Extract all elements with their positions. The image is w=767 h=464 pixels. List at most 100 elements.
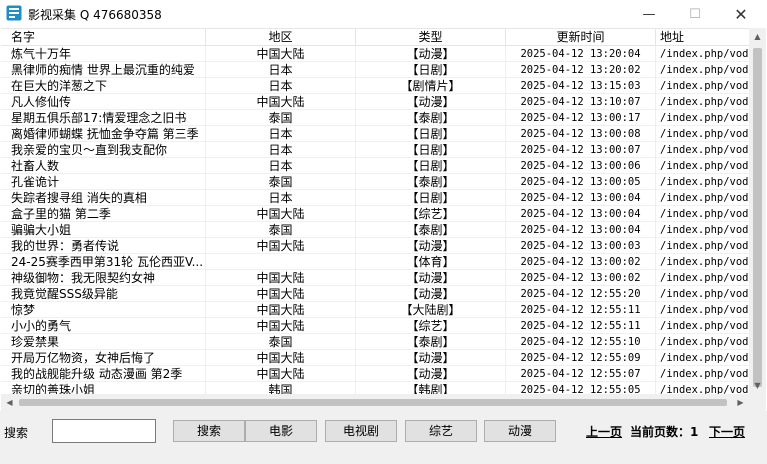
- cell-region: 日本: [206, 158, 356, 174]
- cell-region: 泰国: [206, 174, 356, 190]
- cell-url: /index.php/vod: [656, 270, 749, 286]
- cell-update-time: 2025-04-12 12:55:10: [506, 334, 656, 350]
- scroll-down-icon[interactable]: ▼: [749, 377, 766, 394]
- cell-type: 【动漫】: [356, 366, 506, 382]
- table-row[interactable]: 孔雀诡计 泰国 【泰剧】 2025-04-12 13:00:05/index.php/…: [1, 174, 749, 190]
- table-row[interactable]: 24-25赛季西甲第31轮 瓦伦西亚V... 【体育】 2025-04-12 13:…: [1, 254, 749, 270]
- cell-update-time: 2025-04-12 12:55:05: [506, 382, 656, 394]
- cell-update-time: 2025-04-12 12:55:11: [506, 302, 656, 318]
- table-row[interactable]: 星期五俱乐部17:情爱理念之旧书 泰国 【泰剧】 2025-04-12 13:00:1…: [1, 110, 749, 126]
- cell-update-time: 2025-04-12 13:20:02: [506, 62, 656, 78]
- scroll-left-icon[interactable]: ◀: [1, 394, 18, 411]
- table-row[interactable]: 炼气十万年 中国大陆 【动漫】 2025-04-12 13:20:04/index.p…: [1, 46, 749, 62]
- cell-region: 中国大陆: [206, 286, 356, 302]
- cell-update-time: 2025-04-12 13:00:04: [506, 206, 656, 222]
- cell-region: 中国大陆: [206, 46, 356, 62]
- cell-update-time: 2025-04-12 13:00:17: [506, 110, 656, 126]
- scrollbar-corner: [749, 394, 766, 411]
- table-row[interactable]: 我的世界：勇者传说 中国大陆 【动漫】 2025-04-12 13:00:03/ind…: [1, 238, 749, 254]
- vertical-scrollbar[interactable]: ▲ ▼: [749, 28, 766, 394]
- cell-update-time: 2025-04-12 13:00:07: [506, 142, 656, 158]
- cell-type: 【动漫】: [356, 350, 506, 366]
- cell-type: 【泰剧】: [356, 174, 506, 190]
- video-list-table: 名字 地区 类型 更新时间 地址 炼气十万年 中国大陆 【动漫】 2025-04-12…: [1, 28, 749, 394]
- cell-name: 骗骗大小姐: [1, 222, 206, 238]
- cell-region: 中国大陆: [206, 318, 356, 334]
- cell-region: [206, 254, 356, 270]
- cell-url: /index.php/vod: [656, 46, 749, 62]
- table-row[interactable]: 我亲爱的宝贝～直到我支配你 日本 【日剧】 2025-04-12 13:00:07/i…: [1, 142, 749, 158]
- column-header-url[interactable]: 地址: [656, 29, 749, 46]
- cell-update-time: 2025-04-12 13:00:02: [506, 254, 656, 270]
- vertical-scroll-thumb[interactable]: [753, 48, 762, 387]
- column-header-name[interactable]: 名字: [1, 29, 206, 46]
- cell-region: 韩国: [206, 382, 356, 394]
- close-button[interactable]: ✕: [718, 0, 764, 28]
- cell-url: /index.php/vod: [656, 158, 749, 174]
- cell-type: 【韩剧】: [356, 382, 506, 394]
- horizontal-scroll-thumb[interactable]: [19, 399, 727, 406]
- column-header-type[interactable]: 类型: [356, 29, 506, 46]
- search-button[interactable]: 搜索: [173, 420, 245, 442]
- anime-button[interactable]: 动漫: [484, 420, 556, 442]
- cell-type: 【动漫】: [356, 94, 506, 110]
- search-input[interactable]: [52, 419, 156, 443]
- variety-button[interactable]: 综艺: [405, 420, 477, 442]
- table-row[interactable]: 我的战舰能升级 动态漫画 第2季 中国大陆 【动漫】 2025-04-12 12:55…: [1, 366, 749, 382]
- table-row[interactable]: 骗骗大小姐 泰国 【泰剧】 2025-04-12 13:00:04/index.php…: [1, 222, 749, 238]
- table-row[interactable]: 神级御物：我无限契约女神 中国大陆 【动漫】 2025-04-12 13:00:02/…: [1, 270, 749, 286]
- cell-url: /index.php/vod: [656, 110, 749, 126]
- tv-series-button[interactable]: 电视剧: [325, 420, 397, 442]
- cell-url: /index.php/vod: [656, 318, 749, 334]
- table-row[interactable]: 我竟觉醒SSS级异能 中国大陆 【动漫】 2025-04-12 12:55:20/in…: [1, 286, 749, 302]
- cell-type: 【大陆剧】: [356, 302, 506, 318]
- cell-region: 中国大陆: [206, 302, 356, 318]
- table-row[interactable]: 小小的勇气 中国大陆 【综艺】 2025-04-12 12:55:11/index.p…: [1, 318, 749, 334]
- cell-url: /index.php/vod: [656, 286, 749, 302]
- table-row[interactable]: 离婚律师蝴蝶 抚恤金争夺篇 第三季 日本 【日剧】 2025-04-12 13:00:…: [1, 126, 749, 142]
- cell-update-time: 2025-04-12 12:55:09: [506, 350, 656, 366]
- cell-name: 孔雀诡计: [1, 174, 206, 190]
- table-row[interactable]: 失踪者搜寻组 消失的真相 日本 【日剧】 2025-04-12 13:00:04/in…: [1, 190, 749, 206]
- table-row[interactable]: 珍爱禁果 泰国 【泰剧】 2025-04-12 12:55:10/index.php/…: [1, 334, 749, 350]
- cell-region: 泰国: [206, 222, 356, 238]
- cell-type: 【泰剧】: [356, 222, 506, 238]
- cell-url: /index.php/vod: [656, 94, 749, 110]
- cell-region: 中国大陆: [206, 350, 356, 366]
- movie-button[interactable]: 电影: [245, 420, 317, 442]
- scroll-up-icon[interactable]: ▲: [749, 28, 766, 45]
- cell-url: /index.php/vod: [656, 126, 749, 142]
- table-row[interactable]: 盒子里的猫 第二季 中国大陆 【综艺】 2025-04-12 13:00:04/ind…: [1, 206, 749, 222]
- cell-update-time: 2025-04-12 12:55:07: [506, 366, 656, 382]
- column-header-update-time[interactable]: 更新时间: [506, 29, 656, 46]
- maximize-button[interactable]: ☐: [672, 0, 718, 28]
- table-row[interactable]: 在巨大的洋葱之下 日本 【剧情片】 2025-04-12 13:15:03/index…: [1, 78, 749, 94]
- next-page-link[interactable]: 下一页: [709, 423, 745, 440]
- table-row[interactable]: 开局万亿物资，女神后悔了 中国大陆 【动漫】 2025-04-12 12:55:09/…: [1, 350, 749, 366]
- app-icon: [6, 5, 22, 21]
- cell-type: 【综艺】: [356, 206, 506, 222]
- minimize-button[interactable]: —: [626, 0, 672, 28]
- cell-type: 【综艺】: [356, 318, 506, 334]
- cell-name: 盒子里的猫 第二季: [1, 206, 206, 222]
- cell-url: /index.php/vod: [656, 190, 749, 206]
- table-row[interactable]: 社畜人数 日本 【日剧】 2025-04-12 13:00:06/index.php/…: [1, 158, 749, 174]
- cell-url: /index.php/vod: [656, 382, 749, 394]
- column-header-region[interactable]: 地区: [206, 29, 356, 46]
- bottom-toolbar: 搜索 搜索 电影 电视剧 综艺 动漫 上一页 当前页数：1 下一页: [0, 411, 767, 464]
- cell-type: 【日剧】: [356, 62, 506, 78]
- cell-region: 泰国: [206, 334, 356, 350]
- cell-type: 【动漫】: [356, 46, 506, 62]
- cell-name: 离婚律师蝴蝶 抚恤金争夺篇 第三季: [1, 126, 206, 142]
- scroll-right-icon[interactable]: ▶: [732, 394, 749, 411]
- table-row[interactable]: 惊梦 中国大陆 【大陆剧】 2025-04-12 12:55:11/index.php…: [1, 302, 749, 318]
- horizontal-scrollbar[interactable]: ◀ ▶: [1, 394, 749, 411]
- cell-type: 【日剧】: [356, 190, 506, 206]
- cell-update-time: 2025-04-12 12:55:11: [506, 318, 656, 334]
- cell-name: 凡人修仙传: [1, 94, 206, 110]
- prev-page-link[interactable]: 上一页: [586, 423, 622, 440]
- table-row[interactable]: 黑律师的痴情 世界上最沉重的纯爱 日本 【日剧】 2025-04-12 13:20:0…: [1, 62, 749, 78]
- table-row[interactable]: 亲切的善珠小姐 韩国 【韩剧】 2025-04-12 12:55:05/index.p…: [1, 382, 749, 394]
- cell-update-time: 2025-04-12 13:00:04: [506, 222, 656, 238]
- table-row[interactable]: 凡人修仙传 中国大陆 【动漫】 2025-04-12 13:10:07/index.p…: [1, 94, 749, 110]
